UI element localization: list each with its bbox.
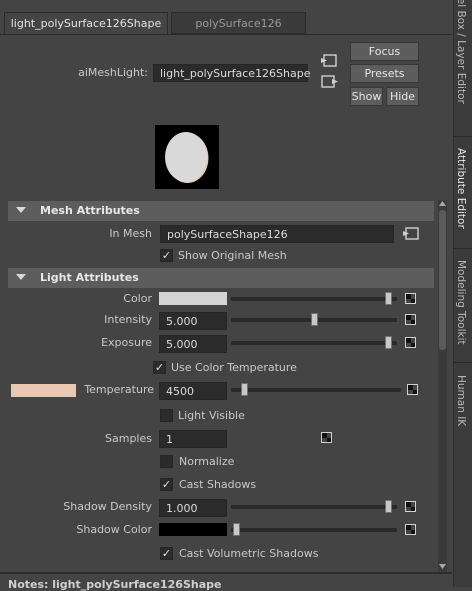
temperature-field[interactable]: 4500 — [159, 382, 227, 400]
light-attributes-title: Light Attributes — [40, 271, 139, 284]
side-tab-human-ik[interactable]: Human IK — [455, 375, 472, 426]
show-button[interactable]: Show — [350, 87, 383, 106]
texture-map-icon[interactable] — [405, 524, 416, 535]
side-tab-separator — [453, 136, 472, 137]
shadow-density-label: Shadow Density — [63, 500, 152, 513]
shadow-density-slider-track[interactable] — [231, 505, 397, 509]
shadow-density-field[interactable]: 1.000 — [159, 499, 227, 517]
side-tab-attribute-editor[interactable]: Attribute Editor — [455, 148, 472, 229]
mesh-attributes-header[interactable]: Mesh Attributes — [8, 201, 434, 221]
load-input-icon[interactable] — [320, 53, 340, 69]
show-original-mesh-checkbox[interactable]: ✓ — [160, 249, 173, 262]
in-mesh-label: In Mesh — [109, 227, 152, 240]
tab-polysurface126[interactable]: polySurface126 — [171, 12, 306, 34]
use-color-temperature-label: Use Color Temperature — [171, 361, 297, 374]
mesh-attributes-title: Mesh Attributes — [40, 204, 140, 217]
presets-button[interactable]: Presets — [350, 64, 419, 83]
intensity-field[interactable]: 5.000 — [159, 312, 227, 330]
scroll-up-arrow-icon[interactable] — [438, 200, 447, 208]
texture-map-icon[interactable] — [407, 384, 418, 395]
collapse-triangle-icon — [16, 207, 26, 213]
light-preview-swatch — [155, 125, 219, 189]
node-type-label: aiMeshLight: — [78, 66, 148, 79]
connection-icon[interactable] — [402, 226, 420, 242]
exposure-label: Exposure — [101, 336, 152, 349]
color-swatch[interactable] — [159, 292, 227, 305]
temperature-slider-track[interactable] — [231, 388, 401, 392]
samples-field[interactable]: 1 — [159, 430, 227, 448]
cast-volumetric-shadows-checkbox[interactable]: ✓ — [160, 547, 173, 560]
side-tab-separator — [453, 362, 472, 363]
show-original-mesh-label: Show Original Mesh — [178, 249, 287, 262]
intensity-label: Intensity — [104, 313, 152, 326]
texture-map-icon[interactable] — [321, 432, 332, 443]
notes-label: Notes: light_polySurface126Shape — [8, 578, 222, 591]
exposure-field[interactable]: 5.000 — [159, 335, 227, 353]
node-name-field[interactable]: light_polySurface126Shape — [153, 64, 311, 82]
normalize-label: Normalize — [179, 455, 235, 468]
focus-button[interactable]: Focus — [350, 42, 419, 61]
use-color-temperature-checkbox[interactable]: ✓ — [153, 361, 166, 374]
cast-shadows-checkbox[interactable]: ✓ — [160, 478, 173, 491]
light-visible-checkbox[interactable] — [160, 409, 173, 422]
attribute-scrollbar[interactable] — [438, 200, 447, 572]
cast-volumetric-shadows-label: Cast Volumetric Shadows — [179, 547, 319, 560]
tab-strip-divider — [0, 34, 452, 35]
cast-shadows-label: Cast Shadows — [179, 478, 257, 491]
scrollbar-thumb[interactable] — [439, 210, 446, 350]
temperature-label: Temperature — [84, 383, 154, 396]
shadow-color-slider-handle[interactable] — [233, 523, 240, 536]
collapse-triangle-icon — [16, 274, 26, 280]
exposure-slider-track[interactable] — [231, 341, 397, 345]
light-visible-label: Light Visible — [178, 409, 245, 422]
intensity-slider-handle[interactable] — [311, 313, 318, 326]
side-tab-separator — [453, 248, 472, 249]
in-mesh-field[interactable]: polySurfaceShape126 — [160, 225, 394, 243]
notes-divider[interactable] — [0, 572, 452, 574]
texture-map-icon[interactable] — [405, 337, 416, 348]
texture-map-icon[interactable] — [405, 314, 416, 325]
texture-map-icon[interactable] — [405, 293, 416, 304]
scroll-down-arrow-icon[interactable] — [438, 563, 447, 571]
light-attributes-header[interactable]: Light Attributes — [8, 268, 434, 288]
color-label: Color — [123, 292, 152, 305]
samples-label: Samples — [105, 432, 152, 445]
shadow-color-swatch[interactable] — [159, 523, 227, 536]
tab-light-polysurface126shape[interactable]: light_polySurface126Shape — [4, 12, 168, 34]
load-output-icon[interactable] — [320, 74, 340, 90]
shadow-color-label: Shadow Color — [76, 523, 152, 536]
exposure-slider-handle[interactable] — [385, 336, 392, 349]
texture-map-icon[interactable] — [405, 501, 416, 512]
side-tab-channel-box[interactable]: Channel Box / Layer Editor — [455, 0, 472, 104]
shadow-color-slider-track[interactable] — [231, 528, 397, 532]
color-slider-track[interactable] — [231, 297, 397, 301]
color-slider-handle[interactable] — [385, 292, 392, 305]
shadow-density-slider-handle[interactable] — [385, 500, 392, 513]
hide-button[interactable]: Hide — [386, 87, 419, 106]
normalize-checkbox[interactable] — [160, 455, 173, 468]
side-tab-modeling-toolkit[interactable]: Modeling Toolkit — [455, 260, 472, 345]
temperature-slider-handle[interactable] — [241, 383, 248, 396]
